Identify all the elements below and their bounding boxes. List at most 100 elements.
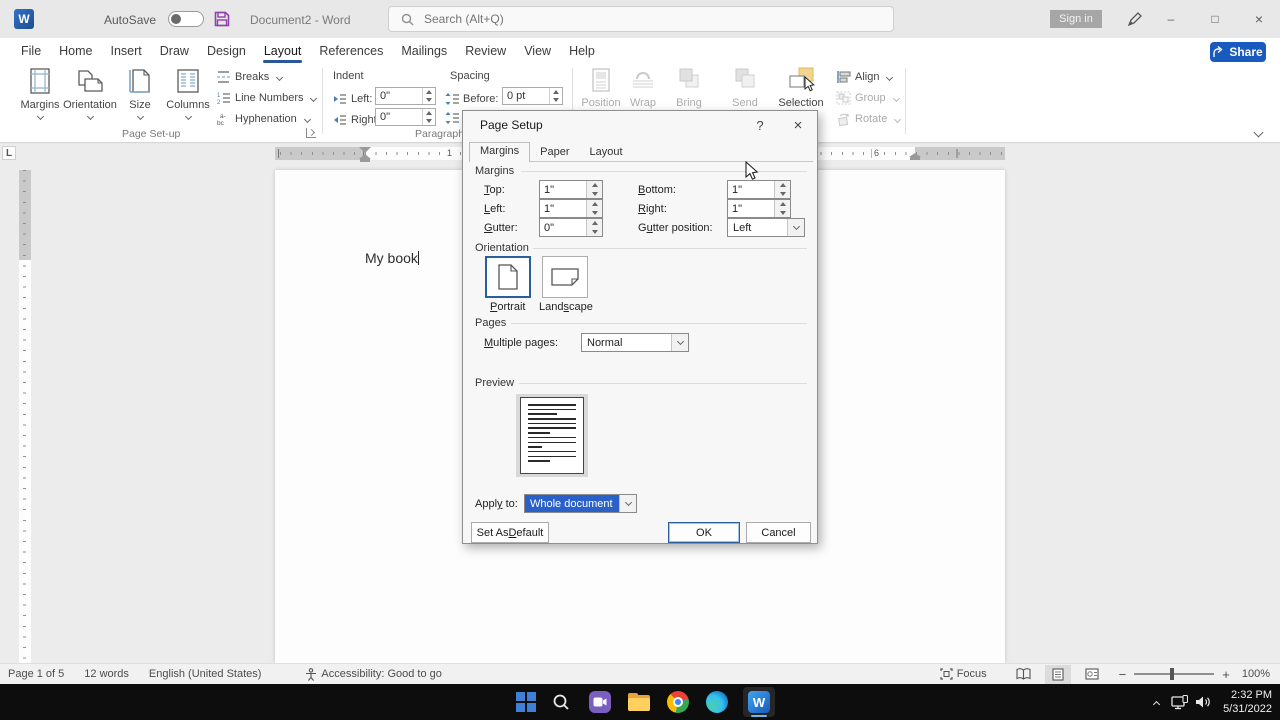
spacing-before-input[interactable]: 0 pt (502, 87, 563, 105)
maximize-button[interactable]: □ (1200, 8, 1230, 30)
line-numbers-button[interactable]: 12 Line Numbers (216, 89, 316, 107)
dialog-tab-layout[interactable]: Layout (579, 144, 632, 161)
search-box[interactable] (388, 6, 894, 32)
dialog-title: Page Setup (480, 118, 543, 132)
bottom-margin-input[interactable]: 1" (727, 180, 791, 199)
gutter-input[interactable]: 0" (539, 218, 603, 237)
language-indicator[interactable]: English (United States) (139, 664, 272, 684)
ok-button[interactable]: OK (668, 522, 740, 543)
dialog-help-button[interactable]: ? (747, 114, 773, 136)
section-divider (533, 248, 807, 249)
tab-stop-selector[interactable]: L (2, 146, 16, 160)
zoom-in-button[interactable]: + (1222, 667, 1230, 682)
tab-review[interactable]: Review (456, 38, 515, 64)
top-label: Top: (484, 184, 505, 196)
landscape-button[interactable] (542, 256, 588, 298)
share-button[interactable]: Share (1210, 42, 1266, 62)
gutter-position-dropdown[interactable]: Left (727, 218, 805, 237)
document-text[interactable]: My book (365, 250, 419, 266)
clock-date: 5/31/2022 (1208, 702, 1272, 716)
dropdown-chevron-icon[interactable] (787, 219, 804, 236)
page-setup-dialog-launcher[interactable] (306, 128, 316, 138)
chevron-down-icon (136, 113, 143, 120)
close-button[interactable]: × (1244, 8, 1274, 30)
indent-right-input[interactable]: 0" (375, 108, 436, 126)
web-layout-button[interactable] (1079, 665, 1105, 684)
group-divider (322, 68, 323, 134)
edge-button[interactable] (705, 690, 729, 714)
tab-references[interactable]: References (310, 38, 392, 64)
focus-button[interactable]: Focus (930, 664, 997, 684)
sign-in-button[interactable]: Sign in (1050, 10, 1102, 28)
tab-home[interactable]: Home (50, 38, 101, 64)
cancel-button[interactable]: Cancel (746, 522, 811, 543)
margins-button[interactable]: Margins (12, 67, 68, 129)
tab-help[interactable]: Help (560, 38, 604, 64)
left-indent-marker[interactable] (360, 159, 370, 162)
dropdown-chevron-icon[interactable] (671, 334, 688, 351)
spinner[interactable] (586, 219, 602, 236)
collapse-ribbon-chevron-icon[interactable] (1254, 128, 1264, 138)
first-line-indent-marker[interactable] (359, 147, 371, 153)
orientation-button[interactable]: Orientation (62, 67, 118, 129)
vertical-ruler[interactable] (19, 170, 31, 663)
chrome-button[interactable] (666, 690, 690, 714)
tab-design[interactable]: Design (198, 38, 255, 64)
multiple-pages-dropdown[interactable]: Normal (581, 333, 689, 352)
spinner[interactable] (586, 181, 602, 198)
columns-button[interactable]: Columns (160, 67, 216, 129)
tab-draw[interactable]: Draw (151, 38, 198, 64)
spinner[interactable] (774, 200, 790, 217)
taskbar-search-button[interactable] (549, 690, 573, 714)
portrait-button[interactable] (485, 256, 531, 298)
tab-insert[interactable]: Insert (102, 38, 151, 64)
tab-file[interactable]: File (12, 38, 50, 64)
right-margin-input[interactable]: 1" (727, 199, 791, 218)
apply-to-dropdown[interactable]: Whole document (524, 494, 637, 513)
print-layout-button[interactable] (1045, 665, 1071, 684)
save-icon[interactable] (214, 11, 230, 27)
start-button[interactable] (514, 690, 538, 714)
margins-icon (27, 67, 53, 95)
dialog-close-button[interactable]: × (785, 114, 811, 136)
ink-editor-icon[interactable] (1126, 11, 1143, 28)
zoom-out-button[interactable]: − (1119, 667, 1127, 682)
tab-layout[interactable]: Layout (255, 38, 311, 64)
zoom-slider[interactable] (1134, 673, 1214, 675)
dialog-tab-margins[interactable]: Margins (469, 142, 530, 162)
right-indent-marker-base[interactable] (910, 157, 920, 160)
size-button[interactable]: Size (118, 67, 162, 129)
spinner[interactable] (422, 109, 435, 125)
spinner[interactable] (549, 88, 562, 104)
file-explorer-button[interactable] (627, 690, 651, 714)
zoom-level[interactable]: 100% (1242, 668, 1270, 680)
align-button[interactable]: Align (836, 68, 892, 86)
top-margin-input[interactable]: 1" (539, 180, 603, 199)
spinner[interactable] (774, 181, 790, 198)
taskbar-clock[interactable]: 2:32 PM 5/31/2022 (1208, 688, 1272, 716)
autosave-toggle[interactable] (168, 11, 204, 27)
left-margin-input[interactable]: 1" (539, 199, 603, 218)
word-app-icon[interactable]: W (14, 9, 34, 29)
breaks-button[interactable]: Breaks (216, 68, 282, 86)
set-as-default-button[interactable]: Set As Default (471, 522, 549, 543)
network-tray-button[interactable] (1168, 684, 1190, 720)
read-mode-button[interactable] (1011, 665, 1037, 684)
dropdown-chevron-icon[interactable] (619, 495, 636, 512)
show-hidden-icons-button[interactable] (1146, 684, 1166, 720)
teams-chat-button[interactable] (588, 690, 612, 714)
word-taskbar-button[interactable]: W (747, 690, 771, 714)
page-indicator[interactable]: Page 1 of 5 (0, 664, 74, 684)
spinner[interactable] (422, 88, 435, 104)
minimize-button[interactable]: – (1156, 8, 1186, 30)
tab-view[interactable]: View (515, 38, 560, 64)
indent-left-input[interactable]: 0" (375, 87, 436, 105)
zoom-slider-thumb[interactable] (1170, 668, 1174, 680)
spinner[interactable] (586, 200, 602, 217)
accessibility-status[interactable]: Accessibility: Good to go (295, 664, 451, 684)
hyphenation-button[interactable]: a-bc Hyphenation (216, 110, 310, 128)
dialog-tab-paper[interactable]: Paper (530, 144, 579, 161)
word-count[interactable]: 12 words (74, 664, 139, 684)
search-input[interactable] (424, 12, 824, 26)
tab-mailings[interactable]: Mailings (392, 38, 456, 64)
